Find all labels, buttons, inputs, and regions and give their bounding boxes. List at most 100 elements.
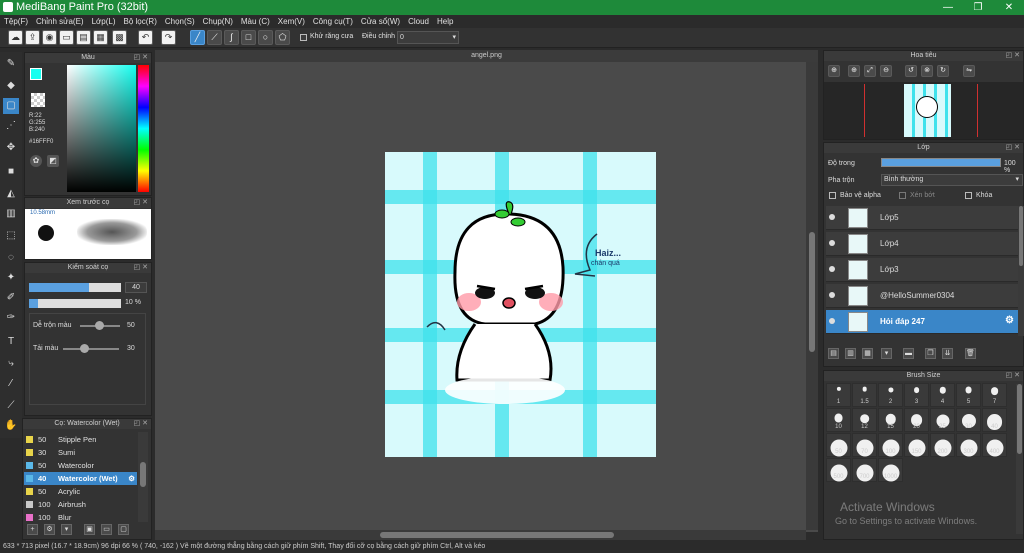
- brush-size-cell[interactable]: 700: [852, 458, 877, 482]
- load-slider-handle[interactable]: [80, 344, 89, 353]
- polyline-tool-icon[interactable]: ⟋: [207, 30, 222, 45]
- layer-menu-icon[interactable]: ▾: [881, 348, 892, 359]
- document-tab[interactable]: angel.png: [155, 50, 818, 62]
- canvas-vertical-scrollbar[interactable]: [806, 62, 818, 530]
- close-button[interactable]: ✕: [994, 0, 1024, 15]
- layer-row[interactable]: @HelloSummer0304: [826, 284, 1018, 308]
- adjust-select[interactable]: 0 ▾: [397, 31, 459, 44]
- redo-icon[interactable]: ↷: [161, 30, 176, 45]
- rotate-left-icon[interactable]: ↺: [905, 65, 917, 77]
- brush-size-cell[interactable]: 20: [904, 408, 929, 432]
- brush-list-item[interactable]: 50 Watercolor: [24, 459, 137, 472]
- brush-list-scroll-thumb[interactable]: [140, 462, 146, 487]
- brush-delete-icon[interactable]: ▢: [118, 524, 129, 535]
- flip-icon[interactable]: ⇋: [963, 65, 975, 77]
- canvas-hscroll-thumb[interactable]: [380, 532, 614, 538]
- panel-window-icons[interactable]: ◰ ✕: [134, 263, 148, 273]
- brush-size-cell[interactable]: 300: [956, 433, 981, 457]
- palette-icon[interactable]: ✿: [30, 155, 42, 167]
- panel-window-icons[interactable]: ◰ ✕: [134, 198, 148, 208]
- eyedropper-tool-icon[interactable]: ⁄: [3, 376, 19, 392]
- brush-size-cell[interactable]: 4: [930, 383, 955, 407]
- bucket-tool-icon[interactable]: ◭: [3, 186, 19, 202]
- panel-icon[interactable]: ▦: [93, 30, 108, 45]
- navigator-preview[interactable]: [824, 82, 1023, 139]
- zoom-in-2-icon[interactable]: ⊕: [848, 65, 860, 77]
- zoom-in-icon[interactable]: ⊕: [828, 65, 840, 77]
- panel-window-icons[interactable]: ◰ ✕: [134, 53, 148, 63]
- brush-size-cell[interactable]: 150: [904, 433, 929, 457]
- menu-color[interactable]: Màu (C): [237, 15, 274, 28]
- comment-icon[interactable]: ◉: [42, 30, 57, 45]
- artwork[interactable]: Haiz... chán quá: [385, 152, 656, 457]
- hand-tool-icon[interactable]: ✋: [3, 418, 19, 434]
- brush-import-icon[interactable]: ▾: [61, 524, 72, 535]
- panel-window-icons[interactable]: ◰ ✕: [134, 419, 148, 429]
- hue-slider[interactable]: [138, 65, 149, 192]
- brush-size-cell[interactable]: 12: [852, 408, 877, 432]
- new-layer-icon[interactable]: ▤: [828, 348, 839, 359]
- gear-icon[interactable]: ⚙: [1005, 315, 1014, 326]
- brush-size-cell[interactable]: 40: [982, 408, 1007, 432]
- rotate-reset-icon[interactable]: ⊗: [921, 65, 933, 77]
- brush-opacity-slider[interactable]: [29, 299, 121, 308]
- undo-icon[interactable]: ↶: [138, 30, 153, 45]
- brush-size-cell[interactable]: 500: [826, 458, 851, 482]
- brush-folder-icon[interactable]: ▭: [101, 524, 112, 535]
- dot-tool-icon[interactable]: ⋰: [3, 118, 19, 134]
- select-eraser-tool-icon[interactable]: ✑: [3, 310, 19, 326]
- menu-filter[interactable]: Bộ lọc(R): [120, 15, 161, 28]
- new-8bit-layer-icon[interactable]: ▦: [862, 348, 873, 359]
- eraser-tool-icon[interactable]: ◆: [3, 78, 19, 94]
- eye-icon[interactable]: [829, 240, 835, 246]
- new-halftone-layer-icon[interactable]: ▥: [845, 348, 856, 359]
- cloud-icon[interactable]: ☁: [8, 30, 23, 45]
- panel-window-icons[interactable]: ◰ ✕: [1006, 143, 1020, 153]
- curve-tool-icon[interactable]: ∫: [224, 30, 239, 45]
- operation-tool-icon[interactable]: ⤷: [3, 356, 19, 372]
- menu-edit[interactable]: Chỉnh sửa(E): [32, 15, 88, 28]
- protect-alpha-checkbox[interactable]: [829, 192, 836, 199]
- brush-size-cell[interactable]: 10: [826, 408, 851, 432]
- eye-icon[interactable]: [829, 292, 835, 298]
- antialias-checkbox[interactable]: [300, 34, 307, 41]
- brush-size-slider[interactable]: [29, 283, 121, 292]
- new-folder-icon[interactable]: ▬: [903, 348, 914, 359]
- fit-icon[interactable]: ⤢: [864, 65, 876, 77]
- layer-blend-select[interactable]: Bình thường ▾: [881, 174, 1023, 186]
- zoom-out-icon[interactable]: ⊖: [880, 65, 892, 77]
- brush-size-cell[interactable]: 400: [982, 433, 1007, 457]
- minimize-button[interactable]: —: [933, 0, 963, 15]
- panel-window-icons[interactable]: ◰ ✕: [1006, 51, 1020, 61]
- saturation-value-picker[interactable]: [67, 65, 136, 192]
- delete-layer-icon[interactable]: 🗑: [965, 348, 976, 359]
- rectangle-tool-icon[interactable]: □: [241, 30, 256, 45]
- add-brush-icon[interactable]: +: [27, 524, 38, 535]
- layer-opacity-slider[interactable]: [881, 158, 1001, 167]
- clip-checkbox[interactable]: [899, 192, 906, 199]
- color-history-icon[interactable]: ◩: [47, 155, 59, 167]
- speech-icon[interactable]: ▭: [59, 30, 74, 45]
- brush-size-cell[interactable]: 7: [982, 383, 1007, 407]
- eye-icon[interactable]: [829, 214, 835, 220]
- menu-layer[interactable]: Lớp(L): [88, 15, 120, 28]
- magic-wand-tool-icon[interactable]: ✦: [3, 270, 19, 286]
- menu-help[interactable]: Help: [433, 15, 457, 28]
- brush-tool-icon[interactable]: ✎: [3, 56, 19, 72]
- menu-snap[interactable]: Chụp(N): [199, 15, 237, 28]
- rect-select-tool-icon[interactable]: ⬚: [3, 228, 19, 244]
- menu-view[interactable]: Xem(V): [274, 15, 309, 28]
- menu-file[interactable]: Tệp(F): [0, 15, 32, 28]
- brush-size-cell[interactable]: 5: [956, 383, 981, 407]
- lock-checkbox[interactable]: [965, 192, 972, 199]
- select-shape-tool-icon[interactable]: ▢: [3, 98, 19, 114]
- layer-row[interactable]: Lớp5: [826, 206, 1018, 230]
- select-pen-tool-icon[interactable]: ✐: [3, 290, 19, 306]
- save-icon[interactable]: ⇪: [25, 30, 40, 45]
- menu-cloud[interactable]: Cloud: [404, 15, 433, 28]
- layer-row[interactable]: Hỏi đáp 247 ⚙: [826, 310, 1018, 334]
- menu-tools[interactable]: Công cụ(T): [309, 15, 357, 28]
- layer-row[interactable]: Lớp4: [826, 232, 1018, 256]
- brush-list-scrollbar[interactable]: [138, 432, 148, 522]
- brush-list-item[interactable]: 30 Sumi: [24, 446, 137, 459]
